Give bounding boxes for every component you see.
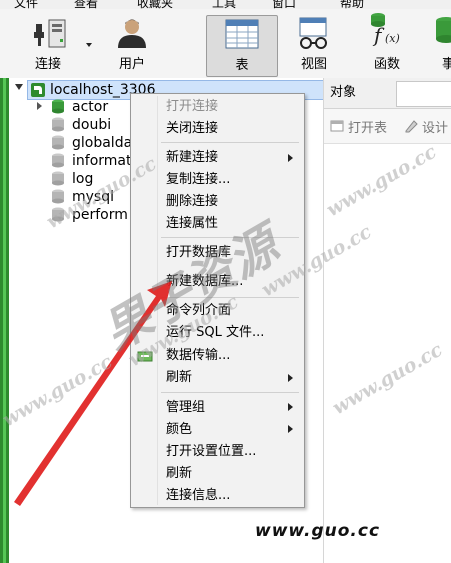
objects-toolbar: 打开表 设计 [324,109,451,144]
view-label: 视图 [300,57,327,72]
menu-item-manage-groups[interactable]: 管理组 [166,398,205,418]
database-open-icon [52,99,64,114]
menu-item-open-database[interactable]: 打开数据库 [166,243,231,263]
menu-separator [161,142,299,143]
tab-objects[interactable]: 对象 [330,78,356,108]
menu-view[interactable]: 查看 [74,0,98,9]
menu-separator [161,297,299,298]
svg-text:(x): (x) [385,32,400,45]
database-name: actor [72,99,109,115]
submenu-arrow-icon [288,154,293,162]
menu-window[interactable]: 窗口 [272,0,296,9]
design-table-icon [405,120,418,133]
open-table-icon [330,120,344,132]
menu-item-close-connection[interactable]: 关闭连接 [166,119,218,139]
objects-pane: 对象 打开表 设计 [323,78,451,563]
menu-bar: 文件 查看 收藏夹 工具 窗口 帮助 [0,0,451,9]
menu-item-run-sql-file[interactable]: 运行 SQL 文件... [166,323,264,343]
connection-context-menu: 打开连接 关闭连接 新建连接 复制连接... 删除连接 连接属性 打开数据库 新… [130,93,305,508]
expand-arrow-icon[interactable] [37,102,42,110]
menu-item-command-line[interactable]: 命令列介面 [166,301,231,321]
menu-item-open-connection[interactable]: 打开连接 [166,97,218,117]
menu-item-delete-connection[interactable]: 删除连接 [166,192,218,212]
database-name: doubi [72,117,112,133]
event-label: 事 [442,57,451,72]
submenu-arrow-icon [288,374,293,382]
user-label: 用户 [118,57,145,72]
database-icon [52,153,64,168]
main-toolbar: 连接 用户 表 视图 f (x) 函数 事 [0,9,451,79]
database-icon [52,117,64,132]
objects-tab-bar: 对象 [324,78,451,109]
table-button[interactable]: 表 [206,15,278,77]
database-icon [436,17,451,43]
objects-search-input[interactable] [396,81,451,107]
menu-item-open-settings-location[interactable]: 打开设置位置... [166,442,256,462]
menu-tools[interactable]: 工具 [212,0,236,9]
database-icon [52,207,64,222]
database-name: mysql [72,189,114,205]
data-transfer-icon [137,351,153,362]
menu-icon-gutter [157,96,158,505]
database-name: globalda [72,135,133,151]
connect-dropdown-icon[interactable] [86,43,92,47]
submenu-arrow-icon [288,403,293,411]
function-db-icon [369,13,387,27]
function-label: 函数 [373,57,400,72]
menu-item-new-connection[interactable]: 新建连接 [166,148,218,168]
database-name: perform [72,207,128,223]
database-icon [52,135,64,150]
menu-item-refresh[interactable]: 刷新 [166,464,192,484]
database-icon [52,171,64,186]
menu-separator [161,237,299,238]
menu-item-connection-info[interactable]: 连接信息... [166,486,230,506]
view-icon [299,17,327,49]
database-name: informat [72,153,132,169]
connect-button[interactable]: 连接 [22,15,84,75]
design-table-button[interactable]: 设计 [422,117,448,136]
menu-file[interactable]: 文件 [14,0,38,9]
mysql-connection-icon [31,83,45,97]
plug-icon [34,19,66,48]
collapse-arrow-icon[interactable] [15,84,23,90]
menu-item-refresh-submenu[interactable]: 刷新 [166,368,192,388]
open-table-button[interactable]: 打开表 [348,117,387,136]
menu-item-color[interactable]: 颜色 [166,420,192,440]
window-edge [0,78,9,563]
menu-help[interactable]: 帮助 [340,0,364,9]
event-button[interactable]: 事 [430,15,451,75]
connect-label: 连接 [34,57,61,72]
database-name: log [72,171,94,187]
menu-separator [161,392,299,393]
menu-item-new-database[interactable]: 新建数据库... [166,272,243,292]
menu-item-connection-properties[interactable]: 连接属性 [166,214,218,234]
user-icon [118,19,146,48]
submenu-arrow-icon [288,425,293,433]
menu-item-data-transfer[interactable]: 数据传输... [166,346,230,366]
user-button[interactable]: 用户 [103,15,161,75]
menu-item-copy-connection[interactable]: 复制连接... [166,170,230,190]
database-icon [52,189,64,204]
menu-favorites[interactable]: 收藏夹 [137,0,173,9]
table-label: 表 [235,58,249,73]
table-icon [225,19,259,49]
brand-text: www.guo.cc [255,521,381,541]
view-button[interactable]: 视图 [288,15,340,75]
